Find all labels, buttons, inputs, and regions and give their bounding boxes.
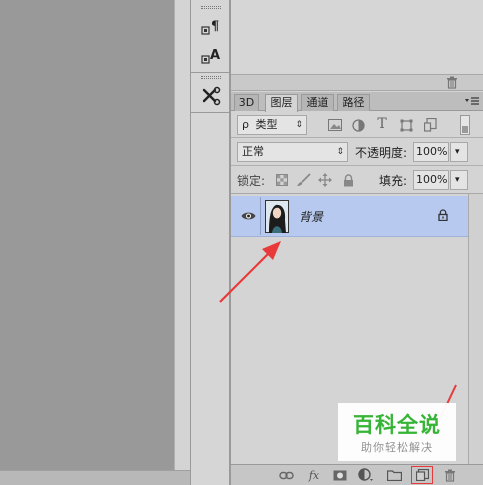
watermark-logo: 百科全说 助你轻松解决 (338, 403, 456, 461)
watermark-subtitle: 助你轻松解决 (361, 441, 433, 454)
watermark-title: 百科全说 (353, 413, 441, 437)
arrow-to-thumbnail-icon (219, 241, 281, 303)
